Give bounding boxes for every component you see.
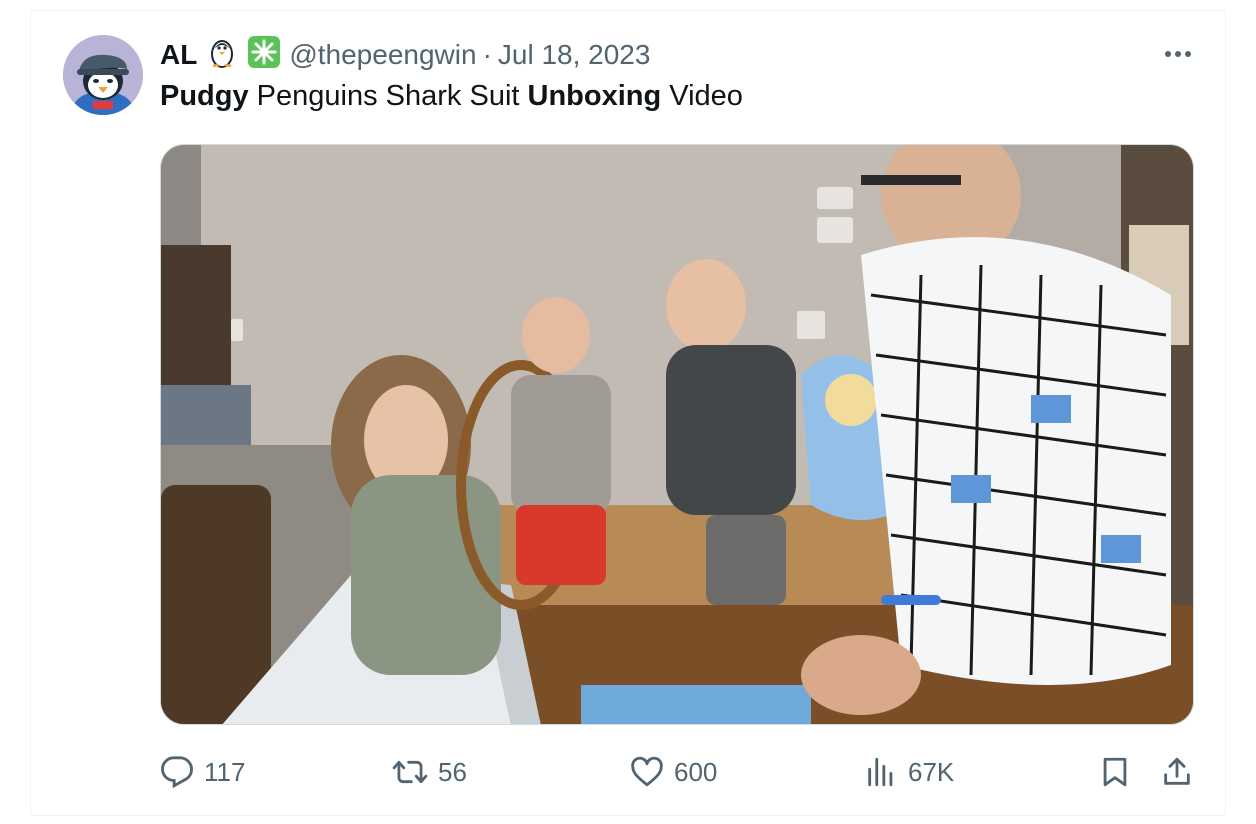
reply-count: 117 (204, 756, 246, 787)
like-count: 600 (674, 756, 718, 787)
heart-icon (631, 756, 663, 787)
tweet-text-part: Video (661, 80, 743, 112)
avatar[interactable] (63, 35, 143, 115)
more-dot-icon (1165, 51, 1171, 57)
retweet-button[interactable]: 56 (392, 752, 467, 792)
tweet-text: Pudgy Penguins Shark Suit Unboxing Video (160, 80, 743, 113)
share-button[interactable] (1160, 752, 1204, 792)
video-thumbnail[interactable] (160, 144, 1194, 725)
penguin-icon (205, 35, 239, 76)
video-frame-image (161, 145, 1193, 724)
tweet-actions: 117 56 600 67K (160, 752, 1200, 792)
tweet-text-part: Pudgy (160, 80, 249, 112)
views-count: 67K (908, 756, 955, 787)
reply-button[interactable]: 117 (160, 752, 245, 792)
more-dot-icon (1175, 51, 1181, 57)
sparkle-icon (247, 35, 281, 76)
tweet-text-part: Unboxing (527, 80, 662, 112)
like-button[interactable]: 600 (630, 752, 717, 792)
analytics-icon (868, 757, 893, 787)
views-button[interactable]: 67K (864, 752, 954, 792)
tweet-text-part: Penguins Shark Suit (248, 80, 528, 112)
bookmark-button[interactable] (1098, 752, 1142, 792)
share-icon (1164, 757, 1190, 785)
retweet-count: 56 (438, 756, 467, 787)
author-handle[interactable]: @thepeengwin (289, 39, 476, 71)
retweet-icon (392, 760, 428, 784)
separator-dot: · (482, 39, 492, 70)
tweet-date[interactable]: Jul 18, 2023 (498, 39, 651, 71)
reply-icon (161, 756, 193, 789)
bookmark-icon (1103, 757, 1127, 787)
tweet-header: AL @thepeengwin · Jul 18, 2023 (160, 35, 651, 72)
more-options-button[interactable] (1158, 40, 1198, 68)
more-dot-icon (1185, 51, 1191, 57)
author-name[interactable]: AL (160, 39, 197, 71)
